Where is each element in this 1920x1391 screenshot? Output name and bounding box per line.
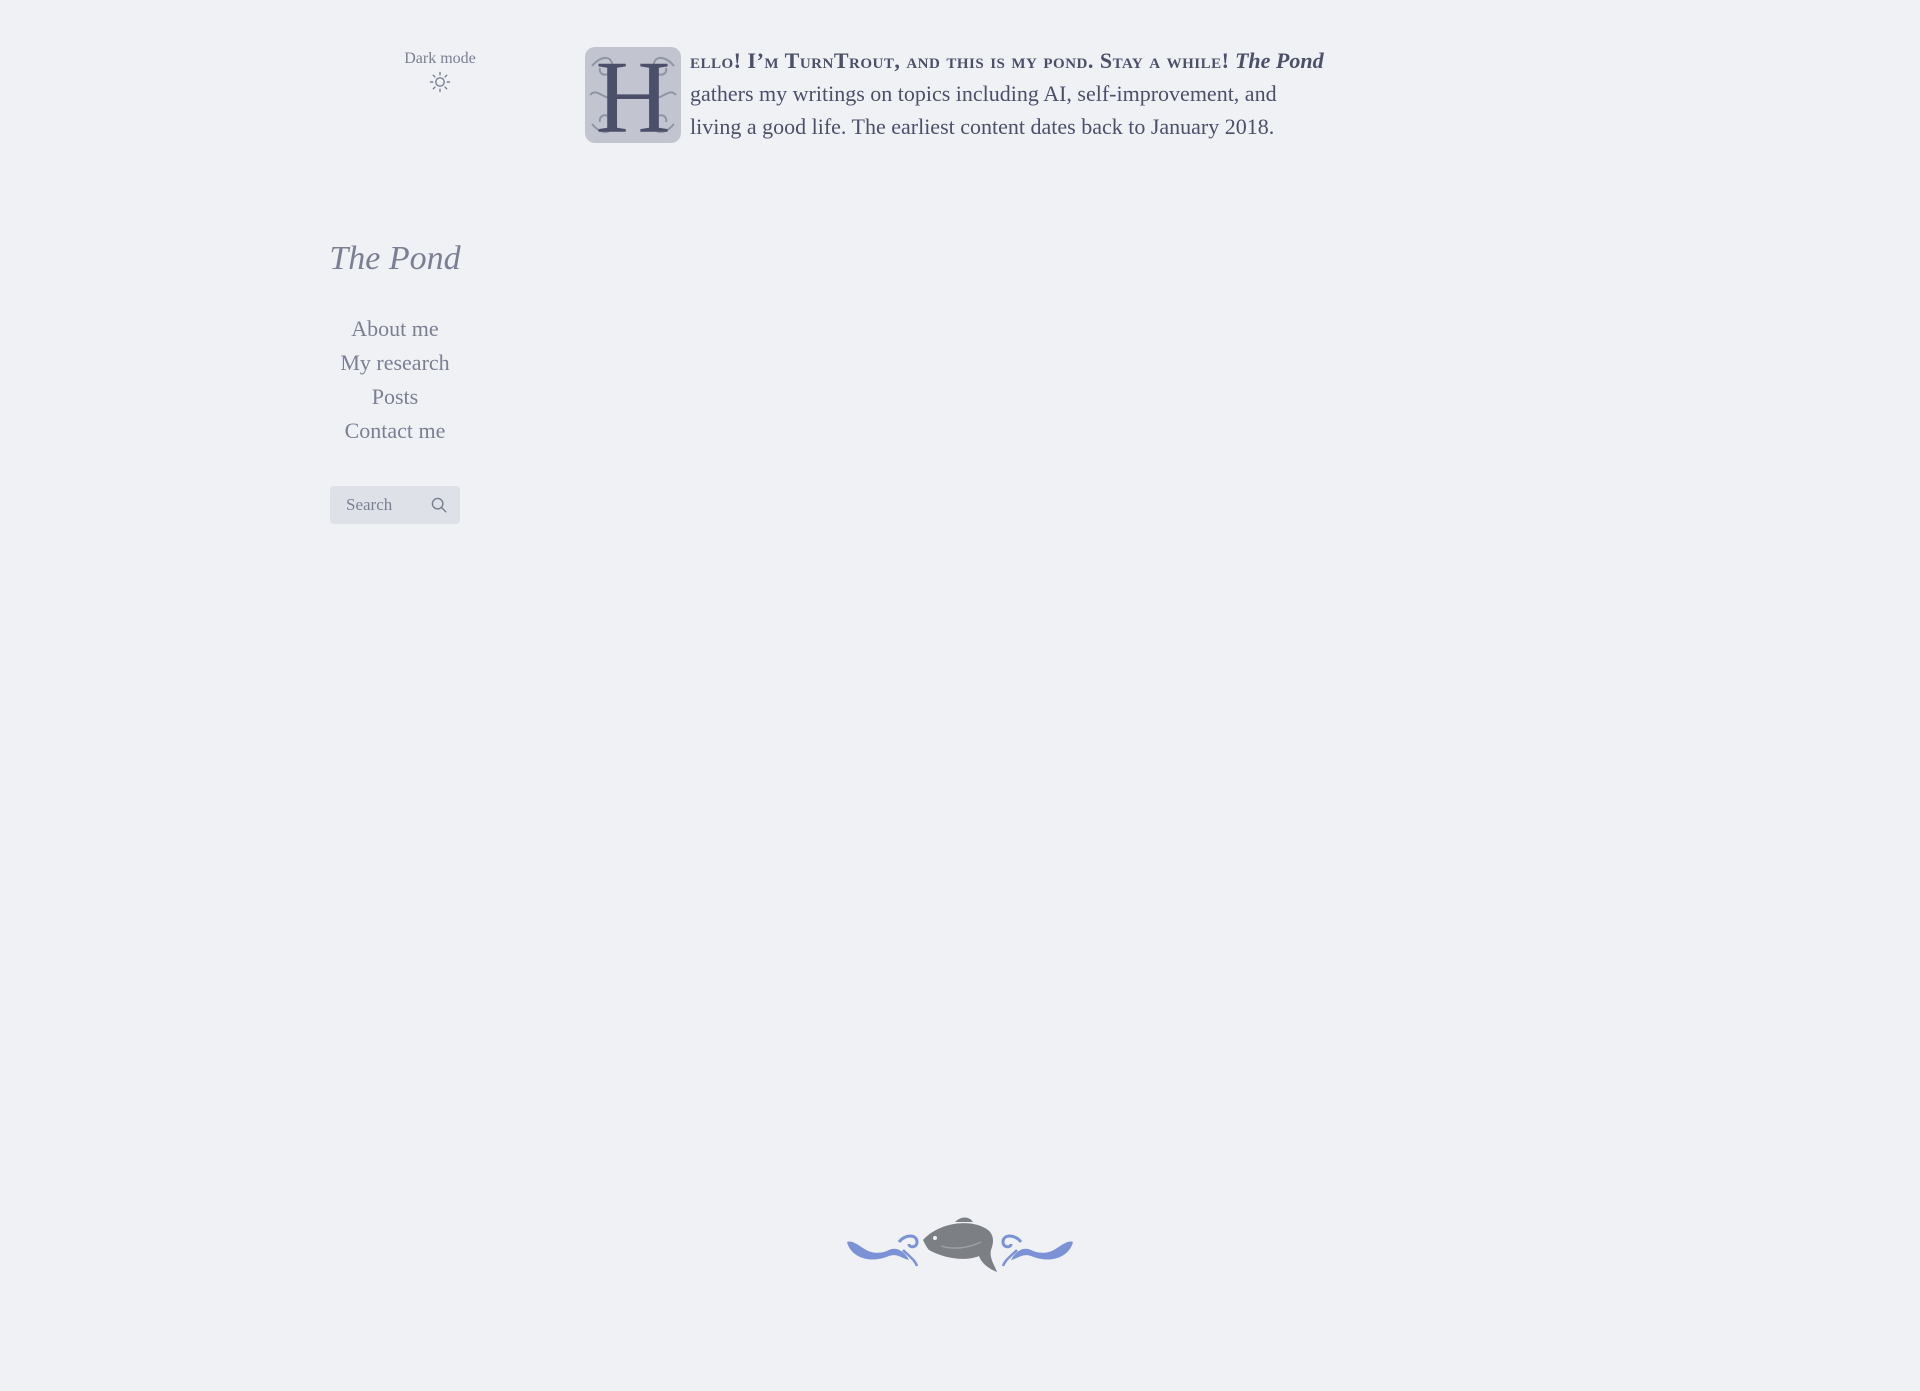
intro-rest: gathers my writings on topics including … <box>690 81 1277 139</box>
fish-icon <box>923 1217 997 1272</box>
drop-cap-ornament-icon: H <box>585 46 681 144</box>
nav-item-posts[interactable]: Posts <box>295 380 495 414</box>
intro-lead: ello! I’m TurnTrout, and this is my pond… <box>690 48 1230 73</box>
search-icon[interactable] <box>430 496 448 514</box>
intro-paragraph: ello! I’m TurnTrout, and this is my pond… <box>584 44 1328 143</box>
nav-item-my-research[interactable]: My research <box>295 346 495 380</box>
nav-item-contact-me[interactable]: Contact me <box>295 414 495 448</box>
sun-icon[interactable] <box>428 70 452 94</box>
search-box[interactable]: Search <box>330 486 460 524</box>
trout-ornament-icon <box>847 1217 1073 1272</box>
nav-item-about-me[interactable]: About me <box>295 312 495 346</box>
intro-section: H ello! I’m TurnTrout, and this is my po… <box>584 44 1328 144</box>
site-title[interactable]: The Pond <box>295 240 495 278</box>
dark-mode-toggle[interactable]: Dark mode <box>380 50 500 98</box>
drop-cap-letter: H <box>595 46 670 144</box>
sidebar-nav: About me My research Posts Contact me <box>295 312 495 448</box>
search-placeholder: Search <box>346 495 393 514</box>
page: Dark mode The Pond About me My research … <box>0 0 1920 1391</box>
dark-mode-label: Dark mode <box>404 50 476 67</box>
intro-pond-title: The Pond <box>1234 48 1324 73</box>
